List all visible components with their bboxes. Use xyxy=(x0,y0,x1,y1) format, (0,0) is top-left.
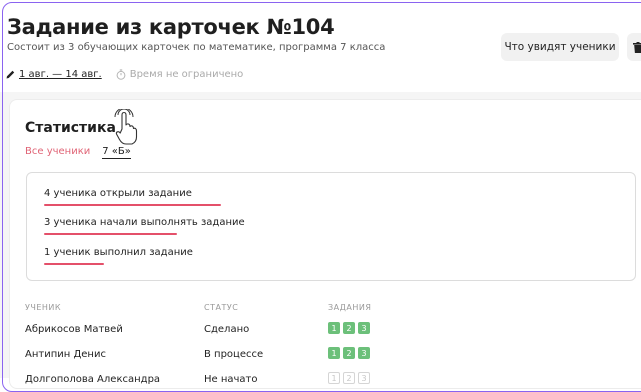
summary-opened: 4 ученика открыли задание xyxy=(44,188,192,199)
content-area: Статистика Все ученики 7 «Б» 4 ученика о… xyxy=(0,92,641,389)
filter-class-7b[interactable]: 7 «Б» xyxy=(102,146,131,159)
delete-button[interactable] xyxy=(627,33,641,61)
student-name[interactable]: Антипин Денис xyxy=(25,349,106,360)
statistics-card: Статистика Все ученики 7 «Б» 4 ученика о… xyxy=(9,99,641,389)
trash-icon xyxy=(633,41,641,53)
student-preview-button[interactable]: Что увидят ученики xyxy=(501,33,619,61)
time-limit-text: Время не ограничено xyxy=(129,69,244,80)
student-status: Сделано xyxy=(204,324,250,335)
student-status: Не начато xyxy=(204,374,258,385)
task-chip[interactable]: 2 xyxy=(343,372,355,384)
summary-started: 3 ученика начали выполнять задание xyxy=(44,217,245,228)
student-name[interactable]: Абрикосов Матвей xyxy=(25,324,123,335)
task-chip[interactable]: 3 xyxy=(358,372,370,384)
stopwatch-icon xyxy=(116,69,126,80)
task-chip[interactable]: 3 xyxy=(358,347,370,359)
class-filter: Все ученики 7 «Б» xyxy=(25,146,131,159)
student-name[interactable]: Долгополова Александра xyxy=(25,374,160,385)
summary-started-underline xyxy=(44,233,177,235)
summary-opened-underline xyxy=(44,204,221,206)
pointer-hand-icon xyxy=(114,109,138,145)
task-chips: 1 2 3 xyxy=(328,322,373,334)
summary-completed-underline xyxy=(44,263,104,265)
page-title: Задание из карточек №104 xyxy=(7,15,335,39)
task-chip[interactable]: 3 xyxy=(358,322,370,334)
task-chip[interactable]: 1 xyxy=(328,372,340,384)
column-header-tasks: ЗАДАНИЯ xyxy=(328,303,372,312)
summary-box: 4 ученика открыли задание 3 ученика нача… xyxy=(26,172,636,281)
summary-completed: 1 ученик выполнил задание xyxy=(44,247,193,258)
date-range-link[interactable]: 1 авг. — 14 авг. xyxy=(19,69,102,80)
task-chip[interactable]: 1 xyxy=(328,347,340,359)
task-chip[interactable]: 1 xyxy=(328,322,340,334)
task-chips: 1 2 3 xyxy=(328,372,373,384)
student-status: В процессе xyxy=(204,349,264,360)
column-header-student: УЧЕНИК xyxy=(25,303,62,312)
pencil-icon xyxy=(6,70,15,79)
time-limit: Время не ограничено xyxy=(116,69,244,80)
page-subtitle: Состоит из 3 обучающих карточек по матем… xyxy=(7,42,386,53)
statistics-title: Статистика xyxy=(25,120,116,136)
task-chip[interactable]: 2 xyxy=(343,322,355,334)
task-chips: 1 2 3 xyxy=(328,347,373,359)
column-header-status: СТАТУС xyxy=(204,303,239,312)
filter-all-students[interactable]: Все ученики xyxy=(25,146,90,159)
assignment-header: Задание из карточек №104 Состоит из 3 об… xyxy=(0,0,641,92)
task-chip[interactable]: 2 xyxy=(343,347,355,359)
assignment-meta: 1 авг. — 14 авг. Время не ограничено xyxy=(6,69,243,80)
